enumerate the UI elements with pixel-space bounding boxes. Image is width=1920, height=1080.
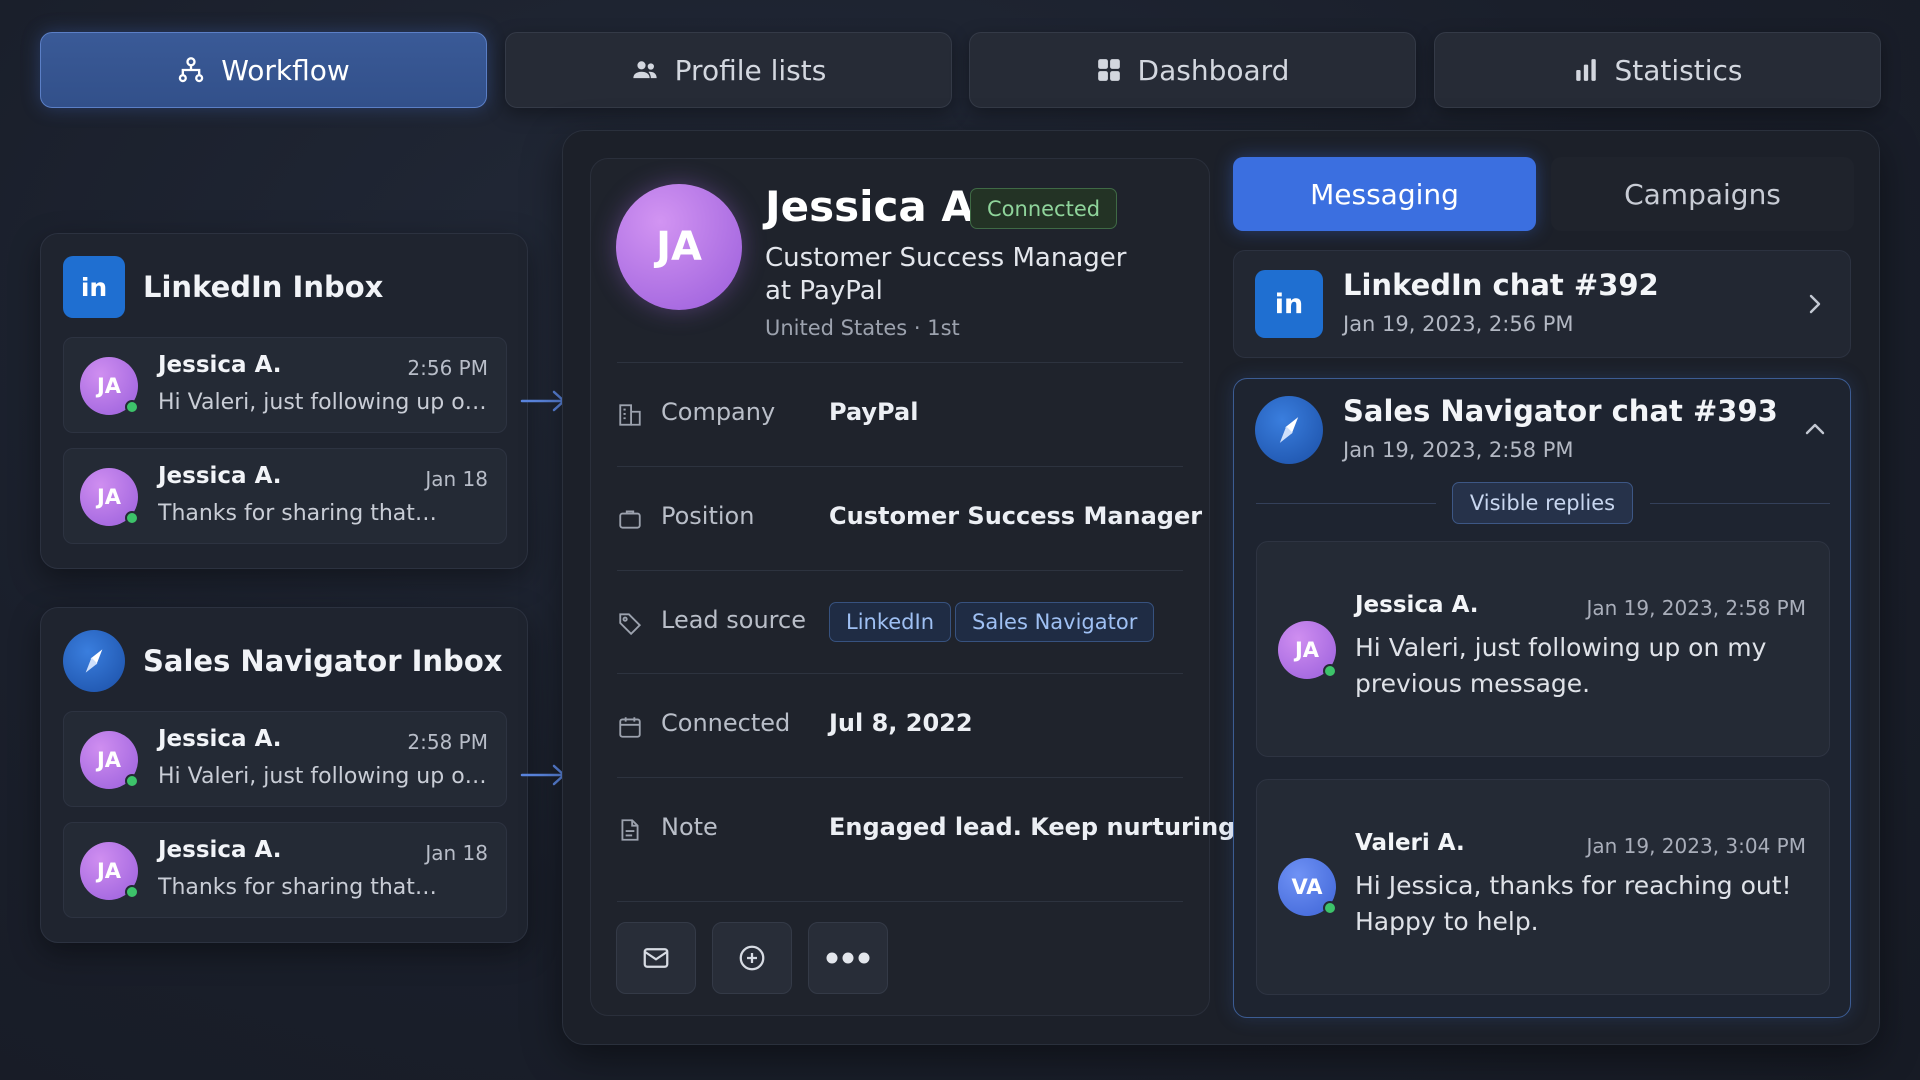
divider — [617, 570, 1183, 571]
plus-circle-icon — [739, 945, 765, 971]
grid-icon — [1097, 59, 1120, 81]
note-value: Engaged lead. Keep nurturing. — [829, 813, 1245, 841]
sender-name: Jessica A. — [1355, 592, 1479, 618]
compass-icon — [63, 630, 125, 692]
tag-icon — [619, 613, 642, 636]
divider — [617, 901, 1183, 902]
people-icon — [632, 61, 657, 79]
message-preview: Hi Valeri, just following up on my previ… — [158, 390, 494, 415]
tab-workflow[interactable]: Workflow — [40, 32, 487, 108]
message-text: Hi Valeri, just following up on my previ… — [1355, 633, 1767, 698]
list-item[interactable]: JA Jessica A. Jan 18 Thanks for sharing … — [63, 448, 507, 544]
chat-title: LinkedIn chat #392 — [1343, 268, 1659, 302]
message-preview: Thanks for sharing that… — [158, 501, 437, 526]
online-indicator — [125, 400, 139, 414]
field-label: Note — [661, 813, 718, 841]
profile-name: Jessica A. — [765, 182, 991, 231]
tab-label: Profile lists — [674, 53, 827, 87]
online-indicator — [1323, 664, 1337, 678]
mail-icon — [643, 948, 669, 968]
chat-date: Jan 19, 2023, 2:58 PM — [1343, 438, 1574, 462]
tab-campaigns[interactable]: Campaigns — [1551, 157, 1854, 231]
salesnav-inbox-card: Sales Navigator Inbox JA Jessica A. 2:58… — [40, 607, 528, 943]
send-message-button[interactable] — [616, 922, 696, 994]
sender-name: Jessica A. — [158, 837, 282, 863]
field-label: Company — [661, 398, 776, 426]
profile-headline: Customer Success Manager at PayPal — [765, 243, 1127, 306]
lead-source-tag: Sales Navigator — [955, 602, 1155, 642]
tab-label: Dashboard — [1137, 53, 1290, 87]
divider — [617, 466, 1183, 467]
chevron-up-icon[interactable] — [1802, 418, 1828, 440]
message-date: Jan 19, 2023, 3:04 PM — [1586, 834, 1806, 858]
message-preview: Hi Valeri, just following up on my previ… — [158, 764, 494, 789]
message-time: 2:56 PM — [407, 356, 488, 380]
chevron-right-icon[interactable] — [1804, 292, 1826, 316]
message-date: Jan 19, 2023, 2:58 PM — [1586, 596, 1806, 620]
inbox-title: LinkedIn Inbox — [143, 270, 384, 304]
workflow-icon — [178, 57, 204, 83]
list-item[interactable]: JA Jessica A. 2:56 PM Hi Valeri, just fo… — [63, 337, 507, 433]
avatar: JA — [616, 184, 742, 310]
online-indicator — [125, 885, 139, 899]
visible-replies-badge[interactable]: Visible replies — [1452, 482, 1633, 524]
note-icon — [621, 819, 639, 841]
tab-dashboard[interactable]: Dashboard — [969, 32, 1416, 108]
bar-chart-icon — [1575, 59, 1596, 81]
sender-name: Jessica A. — [158, 463, 282, 489]
company-value: PayPal — [829, 398, 919, 426]
linkedin-inbox-card: in LinkedIn Inbox JA Jessica A. 2:56 PM … — [40, 233, 528, 569]
message-text: Hi Jessica, thanks for reaching out! Hap… — [1355, 871, 1792, 936]
message-time: Jan 18 — [425, 841, 488, 865]
compass-icon — [1255, 396, 1323, 464]
list-item[interactable]: JA Jessica A. Jan 18 Thanks for sharing … — [63, 822, 507, 918]
chat-date: Jan 19, 2023, 2:56 PM — [1343, 312, 1574, 336]
calendar-icon — [619, 717, 641, 738]
field-label: Position — [661, 502, 755, 530]
message-time: Jan 18 — [425, 467, 488, 491]
chat-title: Sales Navigator chat #393 — [1343, 394, 1778, 428]
divider — [1256, 503, 1436, 504]
divider — [617, 673, 1183, 674]
more-dots-icon — [826, 952, 870, 964]
tab-statistics[interactable]: Statistics — [1434, 32, 1881, 108]
field-label: Lead source — [661, 606, 806, 634]
tab-profile-lists[interactable]: Profile lists — [505, 32, 952, 108]
divider — [1650, 503, 1830, 504]
profile-location: United States · 1st — [765, 316, 960, 340]
sender-name: Valeri A. — [1355, 830, 1465, 856]
linkedin-chat-item[interactable] — [1233, 250, 1851, 358]
online-indicator — [125, 511, 139, 525]
field-label: Connected — [661, 709, 791, 737]
online-indicator — [1323, 901, 1337, 915]
linkedin-logo-icon: in — [1255, 270, 1323, 338]
inbox-title: Sales Navigator Inbox — [143, 644, 503, 678]
more-options-button[interactable] — [808, 922, 888, 994]
briefcase-icon — [619, 510, 641, 529]
divider — [617, 362, 1183, 363]
divider — [617, 777, 1183, 778]
sender-name: Jessica A. — [158, 726, 282, 752]
online-indicator — [125, 774, 139, 788]
building-icon — [619, 404, 641, 426]
message-preview: Thanks for sharing that… — [158, 875, 437, 900]
list-item[interactable]: JA Jessica A. 2:58 PM Hi Valeri, just fo… — [63, 711, 507, 807]
tab-label: Workflow — [221, 53, 350, 87]
linkedin-logo-icon: in — [63, 256, 125, 318]
add-button[interactable] — [712, 922, 792, 994]
sender-name: Jessica A. — [158, 352, 282, 378]
message-time: 2:58 PM — [407, 730, 488, 754]
connected-value: Jul 8, 2022 — [829, 709, 973, 737]
tab-label: Statistics — [1614, 53, 1743, 87]
status-badge: Connected — [970, 188, 1118, 229]
lead-source-tag: LinkedIn — [829, 602, 952, 642]
position-value: Customer Success Manager — [829, 502, 1203, 530]
tab-messaging[interactable]: Messaging — [1233, 157, 1536, 231]
